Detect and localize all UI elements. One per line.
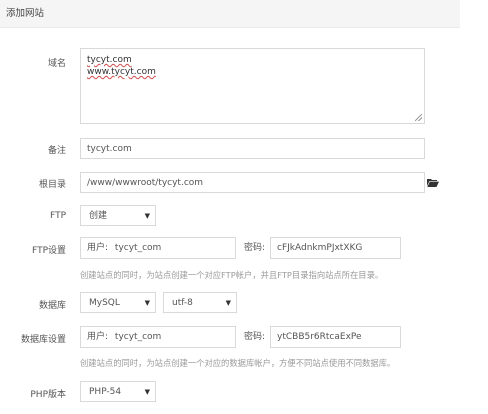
ftp-label: FTP [50, 211, 66, 221]
db-user-field[interactable]: 用户: tycyt_com [80, 326, 236, 348]
database-type-value: MySQL [89, 298, 120, 308]
domain-label: 域名 [47, 59, 66, 69]
php-version-select[interactable]: PHP-54 ▼ [80, 381, 156, 402]
php-version-value: PHP-54 [89, 387, 122, 397]
domain-line-1: tycyt.com [87, 55, 132, 65]
caret-down-icon: ▼ [144, 212, 150, 220]
caret-down-icon: ▼ [144, 388, 150, 396]
root-dir-label: 根目录 [38, 180, 66, 190]
ftp-pass-prefix: 密码: [244, 243, 266, 253]
ftp-select-value: 创建 [89, 211, 108, 221]
ftp-select[interactable]: 创建 ▼ [80, 205, 156, 226]
remark-label: 备注 [47, 146, 66, 156]
ftp-user-value: tycyt_com [114, 243, 162, 253]
folder-open-icon[interactable] [427, 178, 439, 187]
db-help-text: 创建站点的同时，为站点创建一个对应的数据库帐户，方便不同站点使用不同数据库。 [80, 358, 396, 368]
dialog-title: 添加网站 [0, 0, 460, 28]
root-dir-input[interactable]: /www/wwwroot/tycyt.com [80, 172, 425, 193]
domain-line-2: www.tycyt.com [87, 67, 156, 77]
remark-input[interactable]: tycyt.com [80, 138, 425, 159]
database-charset-select[interactable]: utf-8 ▼ [163, 292, 237, 313]
ftp-user-field[interactable]: 用户: tycyt_com [80, 237, 236, 259]
database-label: 数据库 [38, 301, 66, 311]
db-settings-label: 数据库设置 [20, 335, 66, 345]
db-pass-prefix: 密码: [244, 332, 266, 342]
domain-textarea[interactable]: tycyt.com www.tycyt.com [80, 48, 425, 124]
php-version-label: PHP版本 [30, 390, 66, 400]
ftp-pass-input[interactable]: cFJkAdnkmPJxtXKG [270, 237, 401, 259]
caret-down-icon: ▼ [144, 299, 150, 307]
ftp-help-text: 创建站点的同时，为站点创建一个对应FTP帐户，并且FTP目录指向站点所在目录。 [80, 270, 384, 280]
db-user-prefix: 用户: [87, 332, 109, 342]
database-charset-value: utf-8 [172, 298, 193, 308]
db-pass-input[interactable]: ytCBB5r6RtcaExPe [270, 326, 401, 348]
database-type-select[interactable]: MySQL ▼ [80, 292, 156, 313]
caret-down-icon: ▼ [225, 299, 231, 307]
ftp-user-prefix: 用户: [87, 243, 109, 253]
ftp-settings-label: FTP设置 [32, 246, 66, 256]
resize-grip-icon[interactable] [415, 114, 422, 121]
db-user-value: tycyt_com [114, 332, 162, 342]
